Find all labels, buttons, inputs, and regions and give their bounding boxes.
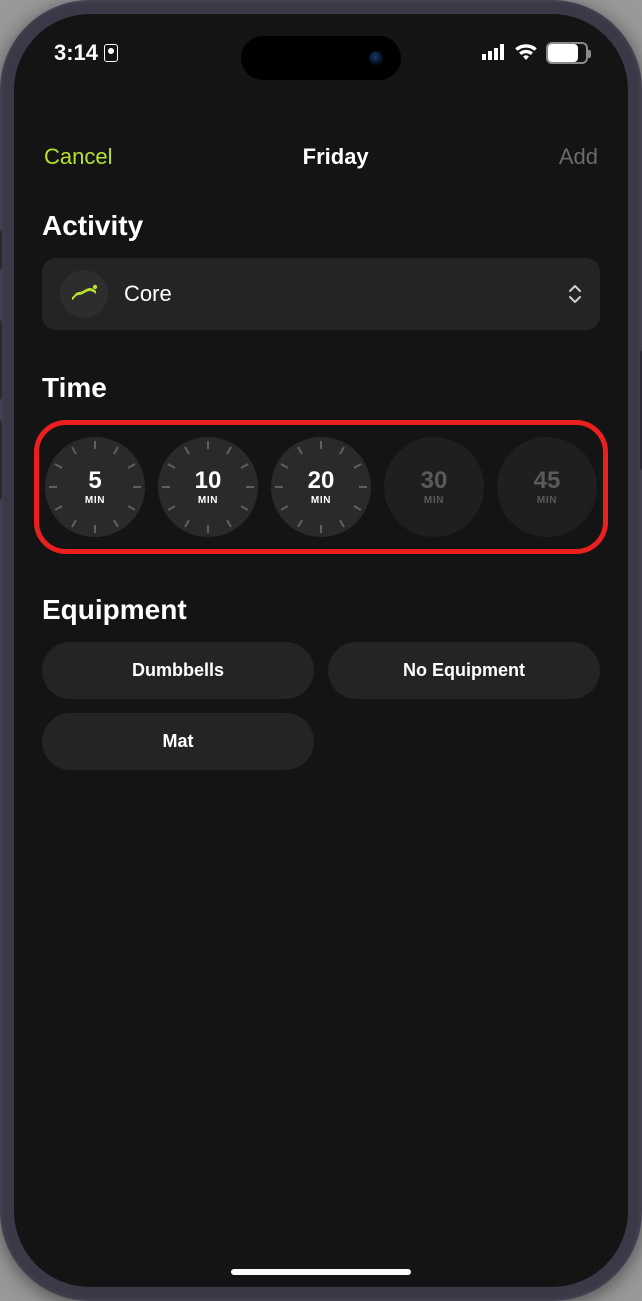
activity-icon-circle: [60, 270, 108, 318]
status-time: 3:14: [54, 40, 98, 66]
add-button[interactable]: Add: [559, 144, 598, 170]
cancel-button[interactable]: Cancel: [44, 144, 112, 170]
time-option-45[interactable]: 45 MIN: [497, 437, 597, 537]
wifi-icon: [514, 40, 538, 66]
core-icon: [69, 283, 99, 306]
time-unit: MIN: [537, 495, 557, 506]
screen: 3:14 79 Cancel Friday Add: [14, 14, 628, 1287]
home-indicator[interactable]: [231, 1269, 411, 1275]
equipment-option-no-equipment[interactable]: No Equipment: [328, 642, 600, 699]
time-highlight-annotation: 5 MIN 10 MIN: [34, 420, 608, 554]
equipment-label: Dumbbells: [132, 660, 224, 680]
equipment-label: No Equipment: [403, 660, 525, 680]
status-right: 79: [482, 40, 588, 66]
activity-selected-label: Core: [124, 281, 552, 307]
battery-icon: 79: [546, 42, 588, 64]
time-value: 30: [421, 469, 448, 493]
page-title: Friday: [303, 144, 369, 170]
cellular-icon: [482, 40, 506, 66]
sim-icon: [104, 44, 118, 62]
phone-frame: 3:14 79 Cancel Friday Add: [0, 0, 642, 1301]
time-option-30[interactable]: 30 MIN: [384, 437, 484, 537]
nav-bar: Cancel Friday Add: [42, 144, 600, 170]
chevron-updown-icon: [568, 283, 582, 305]
dial-ticks-icon: [158, 437, 258, 537]
time-option-20[interactable]: 20 MIN: [271, 437, 371, 537]
equipment-row: Dumbbells No Equipment Mat: [42, 642, 600, 770]
equipment-label: Mat: [163, 731, 194, 751]
battery-percent: 79: [548, 45, 586, 61]
time-unit: MIN: [424, 495, 444, 506]
time-option-10[interactable]: 10 MIN: [158, 437, 258, 537]
activity-selector[interactable]: Core: [42, 258, 600, 330]
time-heading: Time: [42, 372, 600, 404]
time-options-row: 5 MIN 10 MIN: [45, 437, 597, 537]
time-option-5[interactable]: 5 MIN: [45, 437, 145, 537]
status-left: 3:14: [54, 40, 118, 66]
equipment-option-dumbbells[interactable]: Dumbbells: [42, 642, 314, 699]
status-bar: 3:14 79: [14, 14, 628, 86]
equipment-option-mat[interactable]: Mat: [42, 713, 314, 770]
volume-up-button: [0, 320, 2, 400]
dial-ticks-icon: [45, 437, 145, 537]
volume-down-button: [0, 420, 2, 500]
content: Cancel Friday Add Activity Core Time: [14, 124, 628, 1287]
time-value: 45: [534, 469, 561, 493]
activity-heading: Activity: [42, 210, 600, 242]
equipment-heading: Equipment: [42, 594, 600, 626]
dial-ticks-icon: [271, 437, 371, 537]
ringer-switch: [0, 230, 2, 270]
